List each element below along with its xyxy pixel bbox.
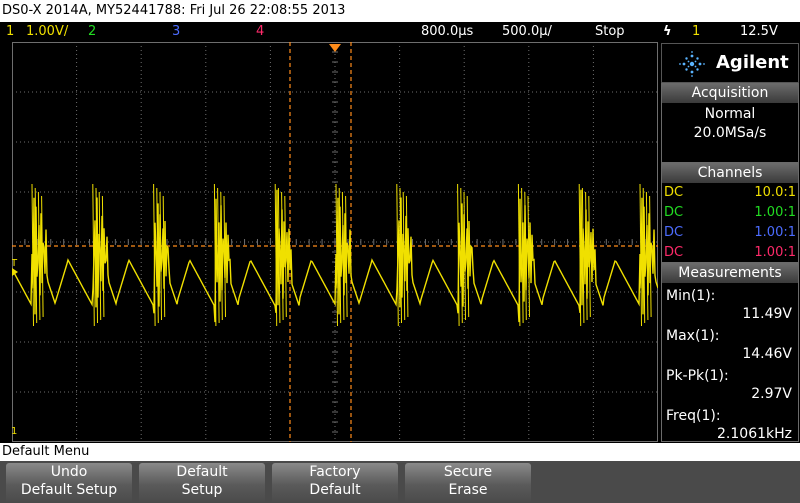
channels-section[interactable]: Channels DC 10.0:1 DC 1.00:1 DC 1.00:1 D…: [661, 163, 799, 263]
softkey-line2: Default Setup: [20, 482, 118, 498]
ch1-number[interactable]: 1: [6, 22, 14, 42]
ch1-trace: [12, 189, 658, 323]
brand-name: Agilent: [716, 52, 789, 73]
factory-default-button[interactable]: Factory Default: [272, 463, 398, 503]
channel-probe: 1.00:1: [754, 225, 796, 240]
measurements-section[interactable]: Measurements Min(1): 11.49V Max(1): 14.4…: [661, 263, 799, 442]
trigger-point-marker: [329, 44, 341, 52]
trigger-slope-icon: ϟ: [663, 24, 672, 39]
softkey-line1: Default: [176, 464, 228, 480]
trigger-source[interactable]: 1: [692, 22, 700, 42]
ch1-scale[interactable]: 1.00V/: [26, 22, 68, 42]
measurement-label: Min(1):: [666, 288, 716, 304]
trigger-level[interactable]: 12.5V: [740, 22, 778, 42]
channel-coupling: DC: [664, 245, 684, 260]
ch3-number[interactable]: 3: [172, 22, 180, 42]
acquisition-mode: Normal: [704, 106, 756, 122]
window-title: DS0-X 2014A, MY52441788: Fri Jul 26 22:0…: [0, 0, 800, 22]
channels-header: Channels: [662, 164, 798, 183]
sample-rate: 20.0MSa/s: [693, 125, 767, 141]
graticule: T1: [12, 42, 658, 442]
ch2-number[interactable]: 2: [88, 22, 96, 42]
secure-erase-button[interactable]: Secure Erase: [405, 463, 531, 503]
ground-marker: 1: [12, 426, 17, 437]
softkey-line1: Secure: [443, 464, 493, 480]
time-scale[interactable]: 500.0µ/: [502, 22, 552, 42]
measurement-value: 2.97V: [751, 386, 792, 402]
softkey-line2: Setup: [181, 482, 223, 498]
spark-icon: [679, 51, 705, 77]
menu-title: Default Menu: [0, 443, 800, 461]
measurement-label: Pk-Pk(1):: [666, 368, 729, 384]
softkey-line2: Default: [309, 482, 361, 498]
channel-row-3[interactable]: DC 1.00:1: [662, 223, 798, 243]
softkey-line2: Erase: [448, 482, 488, 498]
channel-probe: 10.0:1: [754, 185, 796, 200]
side-panel: Agilent Acquisition Normal 20.0MSa/s Cha…: [660, 42, 800, 442]
channel-probe: 1.00:1: [754, 245, 796, 260]
waveform-display[interactable]: T1: [12, 42, 658, 442]
measurement-value: 14.46V: [742, 346, 792, 362]
measurement-label: Max(1):: [666, 328, 720, 344]
acquisition-header: Acquisition: [662, 84, 798, 103]
channel-probe: 1.00:1: [754, 205, 796, 220]
channel-coupling: DC: [664, 185, 684, 200]
softkey-line1: Factory: [309, 464, 361, 480]
time-delay[interactable]: 800.0µs: [421, 22, 473, 42]
softkey-bar: Undo Default Setup Default Setup Factory…: [0, 461, 800, 503]
channel-row-2[interactable]: DC 1.00:1: [662, 203, 798, 223]
softkey-line1: Undo: [50, 464, 88, 480]
measurement-value: 2.1061kHz: [717, 426, 792, 442]
undo-default-setup-button[interactable]: Undo Default Setup: [6, 463, 132, 503]
measurement-value: 11.49V: [742, 306, 792, 322]
channel-row-1[interactable]: DC 10.0:1: [662, 183, 798, 203]
acquisition-section[interactable]: Acquisition Normal 20.0MSa/s: [661, 83, 799, 163]
channel-coupling: DC: [664, 205, 684, 220]
trigger-level-marker: T: [12, 258, 18, 269]
channel-coupling: DC: [664, 225, 684, 240]
run-state[interactable]: Stop: [595, 22, 625, 42]
measurement-label: Freq(1):: [666, 408, 721, 424]
measurements-header: Measurements: [662, 264, 798, 283]
brand-logo: Agilent: [661, 43, 799, 83]
default-setup-button[interactable]: Default Setup: [139, 463, 265, 503]
ch4-number[interactable]: 4: [256, 22, 264, 42]
channel-row-4[interactable]: DC 1.00:1: [662, 243, 798, 263]
status-row: 1 1.00V/ 2 3 4 800.0µs 500.0µ/ Stop ϟ 1 …: [0, 22, 800, 42]
